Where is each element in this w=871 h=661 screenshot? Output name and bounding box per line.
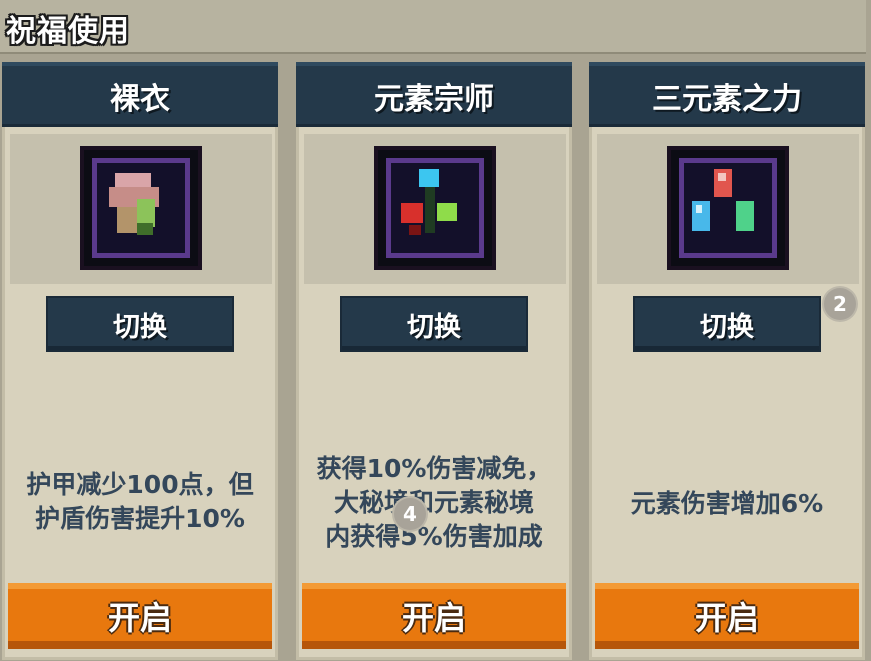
icon-panel [304, 134, 566, 284]
switch-button[interactable]: 切换 [342, 298, 526, 350]
icon-panel [597, 134, 859, 284]
description-line: 护甲减少100点，但 [26, 470, 254, 499]
icon-panel [10, 134, 272, 284]
blessing-card-element-master: 元素宗师 切换 获得10%伤害减免， 大秘境和元素秘境 内获得5%伤害加成 4 … [296, 62, 572, 660]
open-button[interactable]: 开启 [302, 583, 566, 649]
card-title: 三元素之力 [652, 82, 802, 117]
top-bar: 祝福使用 [0, 0, 866, 54]
pink-armor-icon [84, 150, 198, 266]
blessing-card-three-elements: 三元素之力 切换 2 元素伤害增加6% 开启 [589, 62, 865, 660]
count-badge: 2 [824, 288, 856, 320]
switch-button[interactable]: 切换 [635, 298, 819, 350]
description-line: 大秘境和元素秘境 [333, 488, 534, 517]
blessing-description: 元素伤害增加6% [595, 487, 859, 521]
card-header: 三元素之力 [589, 62, 865, 127]
element-master-gems-icon [378, 150, 492, 266]
description-line: 内获得5%伤害加成 [325, 522, 543, 551]
page-title: 祝福使用 [6, 14, 130, 49]
description-line: 护盾伤害提升10% [35, 504, 245, 533]
card-title: 裸衣 [110, 82, 170, 117]
blessing-description: 护甲减少100点，但 护盾伤害提升10% [8, 468, 272, 536]
card-header: 裸衣 [2, 62, 278, 127]
description-line: 获得10%伤害减免， [316, 454, 552, 483]
description-line: 元素伤害增加6% [630, 489, 824, 518]
blessing-description: 获得10%伤害减免， 大秘境和元素秘境 内获得5%伤害加成 [298, 452, 570, 554]
switch-button[interactable]: 切换 [48, 298, 232, 350]
open-button[interactable]: 开启 [595, 583, 859, 649]
count-badge: 4 [394, 498, 426, 530]
card-title: 元素宗师 [374, 82, 494, 117]
card-header: 元素宗师 [296, 62, 572, 127]
three-element-crystals-icon [671, 150, 785, 266]
blessing-card-naked: 裸衣 切换 护甲减少100点，但 护盾伤害提升10% 开启 [2, 62, 278, 660]
open-button[interactable]: 开启 [8, 583, 272, 649]
